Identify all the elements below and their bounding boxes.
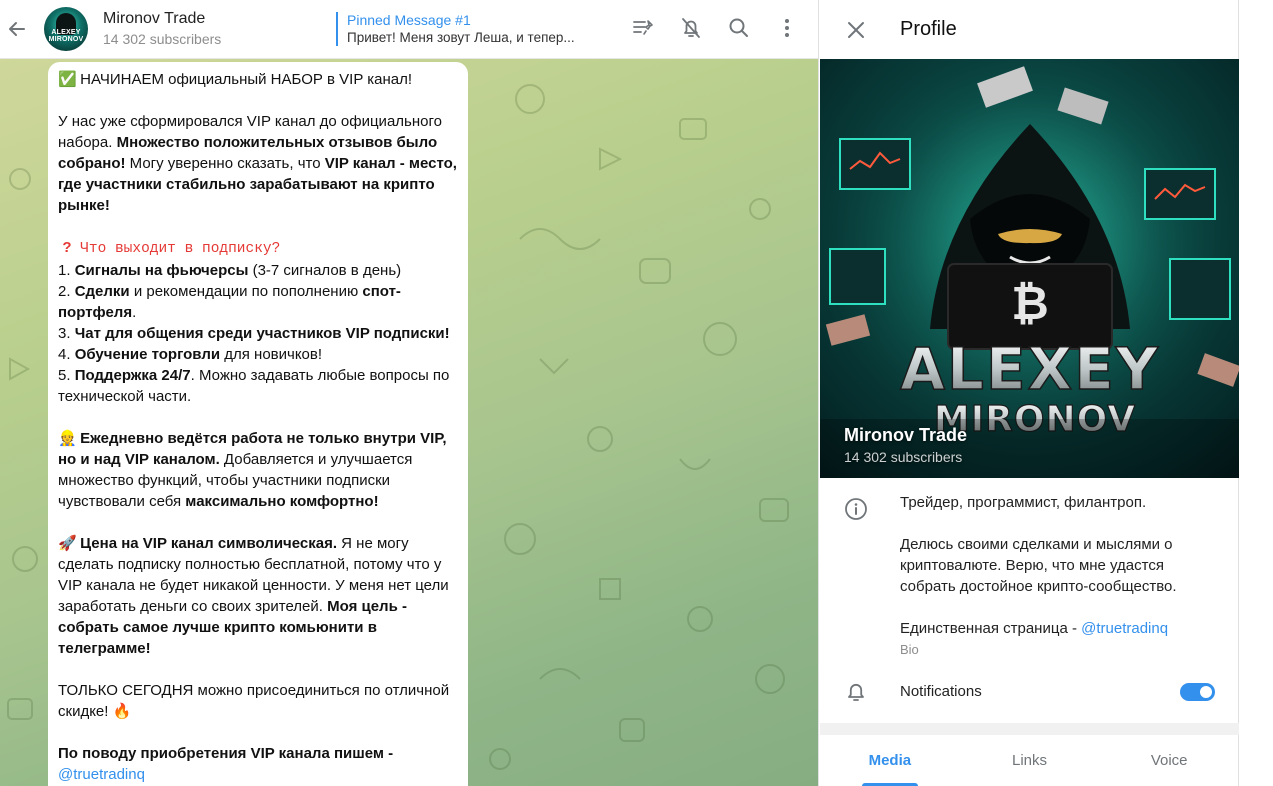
cover-illustration: ₿ ALEXEY MIRONOV — [820, 59, 1239, 478]
notifications-row[interactable]: Notifications — [820, 676, 1239, 712]
list-item-4: 4. Обучение торговли для новичков! — [58, 344, 458, 365]
tab-links[interactable]: Links — [960, 735, 1100, 786]
profile-cover-image[interactable]: ₿ ALEXEY MIRONOV Mironov Trade 14 302 su… — [820, 59, 1239, 478]
list-3-bold: Чат для общения среди участников VIP под… — [74, 325, 450, 342]
list-2-text: и рекомендации по пополнению — [129, 283, 363, 300]
headline-text: НАЧИНАЕМ официальный НАБОР в VIP канал! — [80, 71, 413, 88]
notifications-toggle[interactable] — [1180, 683, 1215, 701]
tab-voice[interactable]: Voice — [1099, 735, 1239, 786]
profile-header: Profile — [819, 0, 1238, 59]
info-icon — [844, 497, 868, 526]
section-divider — [820, 723, 1239, 735]
message-paragraph-contact: По поводу приобретения VIP канала пишем … — [58, 743, 458, 764]
work-text-3: максимально комфортно! — [185, 493, 379, 510]
channel-avatar[interactable]: ALEXEY MIRONOV — [44, 7, 88, 51]
pinned-message[interactable]: Pinned Message #1 Привет! Меня зовут Леш… — [336, 12, 586, 46]
list-num-3: 3. — [58, 325, 75, 342]
chat-wallpaper: ✅ НАЧИНАЕМ официальный НАБОР в VIP канал… — [0, 59, 818, 786]
chat-subscriber-count: 14 302 subscribers — [103, 31, 222, 47]
list-item-1: 1. Сигналы на фьючерсы (3-7 сигналов в д… — [58, 260, 458, 281]
tab-media[interactable]: Media — [820, 735, 960, 786]
pinned-message-text: Привет! Меня зовут Леша, и тепер... — [347, 30, 575, 45]
list-num-5: 5. — [58, 367, 75, 384]
fire-icon: 🔥 — [112, 703, 132, 720]
notifications-label: Notifications — [900, 683, 982, 700]
list-2-end: . — [132, 304, 137, 321]
profile-name: Mironov Trade — [844, 425, 968, 445]
list-item-5: 5. Поддержка 24/7. Можно задавать любые … — [58, 365, 458, 407]
check-mark-icon: ✅ — [58, 71, 77, 88]
cover-text-line-1: ALEXEY — [900, 335, 1160, 403]
price-text-1: Цена на VIP канал символическая. — [80, 535, 338, 552]
bio-line-3: Единственная страница - @truetradinq — [900, 618, 1220, 639]
rocket-icon: 🚀 — [58, 535, 77, 552]
pinned-message-title: Pinned Message #1 — [347, 12, 471, 28]
list-1-bold: Сигналы на фьючерсы — [74, 262, 249, 279]
bio-line-2: Делюсь своими сделками и мыслями о крипт… — [900, 536, 1177, 595]
chat-header: ALEXEY MIRONOV Mironov Trade 14 302 subs… — [0, 0, 818, 59]
contact-link[interactable]: @truetradinq — [58, 766, 145, 783]
chat-title-block[interactable]: Mironov Trade 14 302 subscribers — [103, 9, 333, 49]
profile-title: Profile — [900, 18, 957, 40]
profile-subscriber-count: 14 302 subscribers — [844, 449, 963, 465]
list-4-bold: Обучение торговли — [74, 346, 221, 363]
list-4-text: для новичков! — [220, 346, 323, 363]
profile-panel: Profile ₿ ALEXEY MIRONOV Mironov Trade 1… — [818, 0, 1239, 786]
window-margin — [1240, 0, 1273, 786]
message-paragraph-price: 🚀 Цена на VIP канал символическая. Я не … — [58, 533, 458, 659]
avatar-text: ALEXEY MIRONOV — [48, 29, 84, 43]
bio-line-3-text: Единственная страница - — [900, 620, 1082, 637]
message-bubble: ✅ НАЧИНАЕМ официальный НАБОР в VIP канал… — [48, 62, 468, 786]
search-icon[interactable] — [726, 15, 752, 41]
message-paragraph-today: ТОЛЬКО СЕГОДНЯ можно присоединиться по о… — [58, 680, 458, 722]
question-mark-icon: ? — [62, 239, 72, 256]
message-headline: ✅ НАЧИНАЕМ официальный НАБОР в VIP канал… — [58, 69, 458, 90]
contact-text: По поводу приобретения VIP канала пишем … — [58, 745, 394, 762]
bell-icon — [844, 680, 868, 709]
message-paragraph-intro: У нас уже сформировался VIP канал до офи… — [58, 111, 458, 216]
question-text: Что выходит в подписку? — [80, 241, 281, 257]
pinned-list-icon[interactable] — [630, 15, 656, 41]
bio-label: Bio — [900, 642, 919, 657]
intro-text-3: Могу уверенно сказать, что — [125, 155, 325, 172]
list-num-1: 1. — [58, 262, 75, 279]
list-item-2: 2. Сделки и рекомендации по пополнению с… — [58, 281, 458, 323]
list-num-2: 2. — [58, 283, 75, 300]
back-arrow-icon[interactable] — [2, 14, 32, 44]
toggle-knob — [1198, 684, 1214, 700]
more-vertical-icon[interactable] — [774, 15, 800, 41]
bio-line-1: Трейдер, программист, филантроп. — [900, 494, 1147, 511]
chat-title: Mironov Trade — [103, 10, 206, 27]
list-item-3: 3. Чат для общения среди участников VIP … — [58, 323, 458, 344]
list-5-bold: Поддержка 24/7 — [74, 367, 191, 384]
shared-media-tabs: Media Links Voice — [820, 735, 1239, 786]
list-num-4: 4. — [58, 346, 75, 363]
mute-bell-icon[interactable] — [678, 15, 704, 41]
header-actions — [630, 15, 800, 41]
worker-icon: 👷 — [58, 430, 77, 447]
message-paragraph-work: 👷 Ежедневно ведётся работа не только вну… — [58, 428, 458, 512]
list-2-bold: Сделки — [74, 283, 130, 300]
svg-text:₿: ₿ — [1011, 276, 1049, 330]
question-heading: ? Что выходит в подписку? — [58, 237, 458, 260]
bio-link[interactable]: @truetradinq — [1081, 620, 1168, 637]
close-icon[interactable] — [841, 15, 871, 45]
list-1-text: (3-7 сигналов в день) — [248, 262, 402, 279]
bio-text: Трейдер, программист, филантроп. Делюсь … — [900, 492, 1220, 639]
